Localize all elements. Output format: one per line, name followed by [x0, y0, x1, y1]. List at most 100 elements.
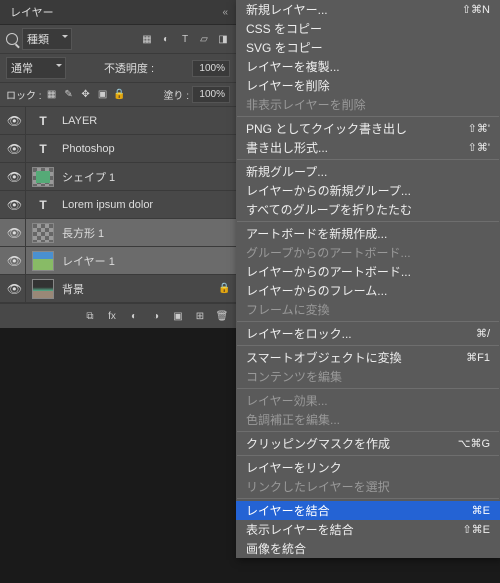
menu-item[interactable]: スマートオブジェクトに変換⌘F1	[236, 348, 500, 367]
layer-row[interactable]: 👁 レイヤー 1	[0, 247, 236, 275]
filter-kind-dropdown[interactable]: 種類	[22, 28, 72, 50]
menu-item[interactable]: SVG をコピー	[236, 38, 500, 57]
menu-item[interactable]: レイヤーを複製...	[236, 57, 500, 76]
menu-item-label: レイヤーからの新規グループ...	[246, 182, 411, 199]
menu-shortcut: ⌘E	[472, 504, 490, 517]
layer-name[interactable]: LAYER	[58, 115, 232, 127]
layer-name[interactable]: レイヤー 1	[58, 253, 232, 269]
new-layer-icon[interactable]: ⊞	[192, 308, 208, 324]
menu-item[interactable]: レイヤーからのアートボード...	[236, 262, 500, 281]
opacity-label: 不透明度 :	[104, 60, 154, 76]
visibility-icon[interactable]: 👁	[4, 275, 26, 302]
menu-item: 色調補正を編集...	[236, 410, 500, 429]
menu-item-label: 非表示レイヤーを削除	[246, 96, 366, 113]
layer-name[interactable]: Lorem ipsum dolor	[58, 199, 232, 211]
lock-all-icon[interactable]: 🔒	[113, 88, 127, 102]
menu-item[interactable]: レイヤーをロック... ⌘/	[236, 324, 500, 343]
visibility-icon[interactable]: 👁	[4, 247, 26, 274]
menu-item[interactable]: レイヤーを結合 ⌘E	[236, 501, 500, 520]
menu-item: リンクしたレイヤーを選択	[236, 477, 500, 496]
layer-name[interactable]: シェイプ 1	[58, 169, 232, 185]
menu-item[interactable]: 表示レイヤーを結合⇧⌘E	[236, 520, 500, 539]
menu-separator	[237, 431, 499, 432]
blend-mode-dropdown[interactable]: 通常	[6, 57, 66, 79]
layers-panel: レイヤー « 種類 ▦ ◐ T ▱ ◨ 通常 不透明度 : 100% ロック :…	[0, 0, 236, 328]
filter-adjust-icon[interactable]: ◐	[159, 32, 173, 46]
menu-item[interactable]: アートボードを新規作成...	[236, 224, 500, 243]
lock-pixels-icon[interactable]: ✎	[62, 88, 76, 102]
menu-shortcut: ⌥⌘G	[458, 437, 490, 450]
menu-item-label: レイヤーをロック...	[246, 325, 352, 342]
visibility-icon[interactable]: 👁	[4, 219, 26, 246]
menu-item-label: 書き出し形式...	[246, 139, 328, 156]
fx-icon[interactable]: fx	[104, 308, 120, 324]
layer-name[interactable]: 背景	[58, 281, 214, 297]
search-icon	[6, 33, 18, 45]
layer-row[interactable]: 👁 シェイプ 1	[0, 163, 236, 191]
visibility-icon[interactable]: 👁	[4, 135, 26, 162]
menu-item[interactable]: レイヤーを削除	[236, 76, 500, 95]
menu-item: レイヤー効果...	[236, 391, 500, 410]
layer-row[interactable]: 👁 T Photoshop	[0, 135, 236, 163]
visibility-icon[interactable]: 👁	[4, 107, 26, 134]
menu-item[interactable]: レイヤーからのフレーム...	[236, 281, 500, 300]
adjust-icon[interactable]: ◑	[148, 308, 164, 324]
menu-shortcut: ⌘/	[476, 327, 490, 340]
fill-value[interactable]: 100%	[192, 86, 230, 103]
lock-position-icon[interactable]: ✥	[79, 88, 93, 102]
filter-type-icon[interactable]: T	[178, 32, 192, 46]
mask-icon[interactable]: ◐	[126, 308, 142, 324]
link-icon[interactable]: ⧉	[82, 308, 98, 324]
menu-item[interactable]: 新規グループ...	[236, 162, 500, 181]
layer-row[interactable]: 👁 背景 🔒	[0, 275, 236, 303]
lock-transparent-icon[interactable]: ▦	[45, 88, 59, 102]
menu-item-label: 新規グループ...	[246, 163, 327, 180]
menu-item-label: すべてのグループを折りたたむ	[246, 201, 412, 218]
menu-item[interactable]: レイヤーをリンク	[236, 458, 500, 477]
trash-icon[interactable]: 🗑	[214, 308, 230, 324]
menu-item[interactable]: 画像を統合	[236, 539, 500, 558]
filter-smart-icon[interactable]: ◨	[216, 32, 230, 46]
text-layer-icon: T	[32, 111, 54, 131]
layer-row[interactable]: 👁 T LAYER	[0, 107, 236, 135]
menu-item[interactable]: 書き出し形式...⇧⌘'	[236, 138, 500, 157]
menu-item[interactable]: PNG としてクイック書き出し ⇧⌘'	[236, 119, 500, 138]
layers-list: 👁 T LAYER 👁 T Photoshop 👁 シェイプ 1 👁 T Lor…	[0, 107, 236, 303]
context-menu: 新規レイヤー...⇧⌘NCSS をコピーSVG をコピーレイヤーを複製...レイ…	[236, 0, 500, 558]
shape-thumbnail	[32, 223, 54, 243]
panel-title: レイヤー	[10, 4, 54, 20]
menu-item[interactable]: CSS をコピー	[236, 19, 500, 38]
layer-row[interactable]: 👁 T Lorem ipsum dolor	[0, 191, 236, 219]
menu-separator	[237, 498, 499, 499]
menu-item-label: レイヤーを結合	[246, 502, 330, 519]
menu-item-label: レイヤーを複製...	[246, 58, 340, 75]
menu-item-label: レイヤーからのアートボード...	[246, 263, 411, 280]
menu-item[interactable]: すべてのグループを折りたたむ	[236, 200, 500, 219]
lock-artboard-icon[interactable]: ▣	[96, 88, 110, 102]
menu-item-label: 表示レイヤーを結合	[246, 521, 354, 538]
layer-name[interactable]: 長方形 1	[58, 225, 232, 241]
menu-shortcut: ⇧⌘'	[468, 122, 490, 135]
visibility-icon[interactable]: 👁	[4, 163, 26, 190]
menu-item-label: レイヤーをリンク	[246, 459, 342, 476]
menu-separator	[237, 321, 499, 322]
panel-menu-icon[interactable]: «	[222, 7, 226, 18]
filter-pixel-icon[interactable]: ▦	[140, 32, 154, 46]
menu-separator	[237, 455, 499, 456]
group-icon[interactable]: ▣	[170, 308, 186, 324]
menu-item[interactable]: クリッピングマスクを作成⌥⌘G	[236, 434, 500, 453]
menu-item-label: レイヤー効果...	[246, 392, 328, 409]
layer-thumbnail	[32, 251, 54, 271]
menu-item-label: PNG としてクイック書き出し	[246, 120, 407, 137]
layer-row[interactable]: 👁 長方形 1	[0, 219, 236, 247]
menu-separator	[237, 116, 499, 117]
opacity-value[interactable]: 100%	[192, 60, 230, 77]
menu-item[interactable]: レイヤーからの新規グループ...	[236, 181, 500, 200]
menu-item-label: コンテンツを編集	[246, 368, 342, 385]
filter-shape-icon[interactable]: ▱	[197, 32, 211, 46]
menu-item-label: リンクしたレイヤーを選択	[246, 478, 390, 495]
lock-indicator-icon: 🔒	[218, 283, 232, 294]
menu-item[interactable]: 新規レイヤー...⇧⌘N	[236, 0, 500, 19]
layer-name[interactable]: Photoshop	[58, 143, 232, 155]
visibility-icon[interactable]: 👁	[4, 191, 26, 218]
